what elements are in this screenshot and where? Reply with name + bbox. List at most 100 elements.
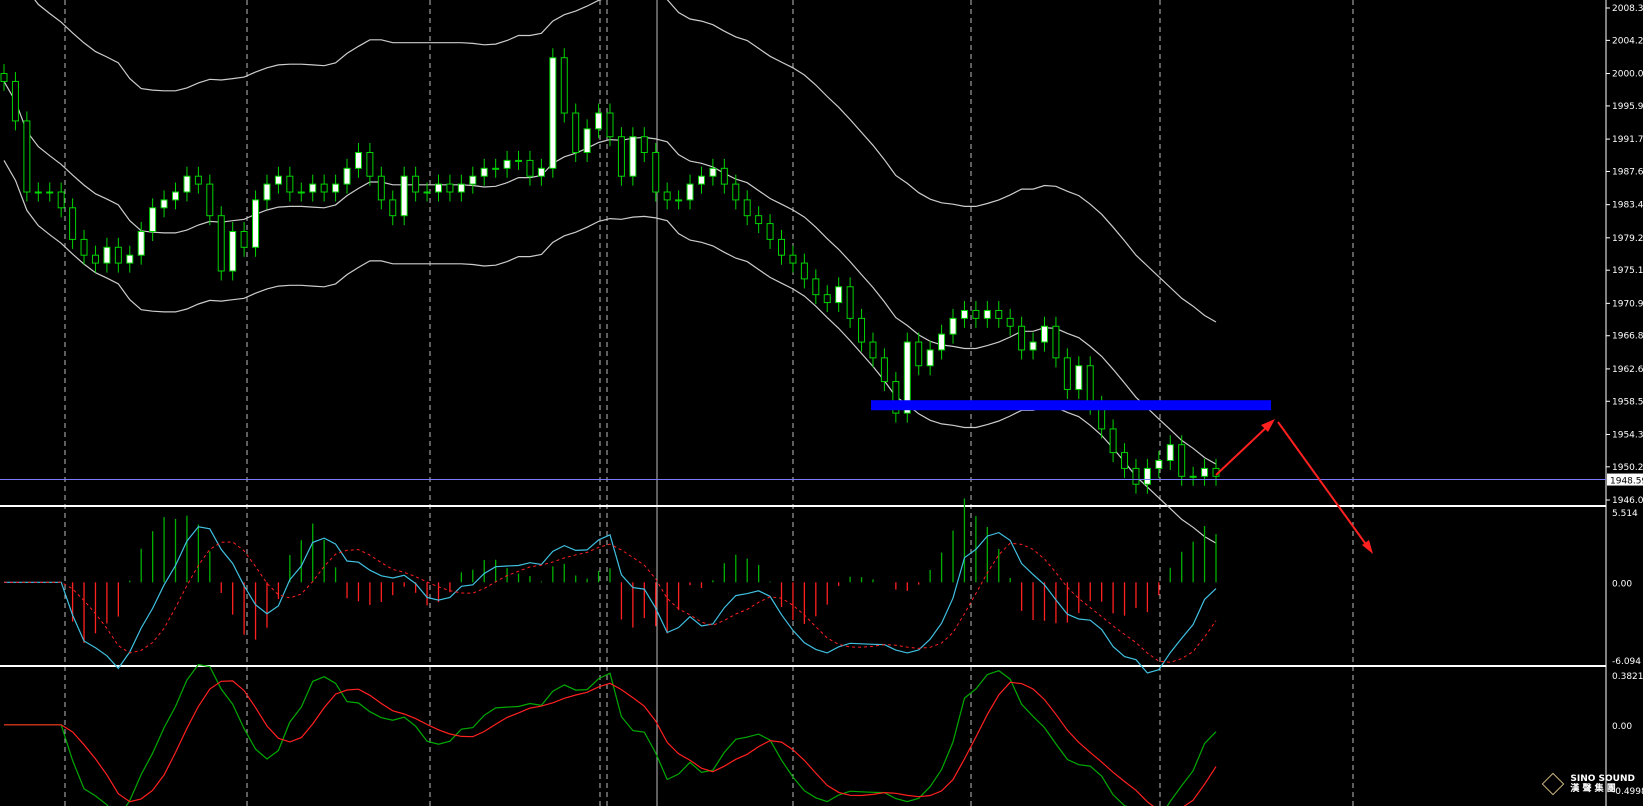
candle-body xyxy=(949,317,957,335)
candle-body xyxy=(1063,357,1071,390)
macd-tick-label: -6.094 xyxy=(1612,657,1641,667)
sino-sound-logo: SINO SOUND 漢 聲 集 團 xyxy=(1541,772,1635,796)
vertical-grid xyxy=(0,0,1607,806)
candle-body xyxy=(663,191,671,201)
price-tick-label: 1991.70 xyxy=(1612,135,1643,145)
candle-body xyxy=(263,183,271,201)
candle-body xyxy=(492,167,500,170)
candle-body xyxy=(1029,341,1037,351)
logo-diamond-icon xyxy=(1541,772,1565,796)
candle-body xyxy=(858,317,866,343)
price-axis: 2008.30 2004.20 2000.00 1995.90 1991.70 1987.… xyxy=(1606,4,1643,797)
candle-body xyxy=(137,230,145,256)
candle-body xyxy=(286,175,294,193)
arrow-down xyxy=(1277,421,1371,551)
candle-body xyxy=(183,175,191,193)
candle-body xyxy=(720,167,728,185)
candle-body xyxy=(194,175,202,185)
candle-body xyxy=(103,246,111,264)
candle-body xyxy=(675,199,683,202)
macd-tick-label: 0.00 xyxy=(1612,579,1632,589)
price-tick-label: 2008.30 xyxy=(1612,4,1643,14)
price-tick-label: 1983.40 xyxy=(1612,201,1643,211)
candle-body xyxy=(412,175,420,193)
candle-body xyxy=(1086,365,1094,406)
candle-body xyxy=(915,341,923,367)
candle-body xyxy=(560,57,568,114)
candle-body xyxy=(583,128,591,154)
price-tick-label: 1958.50 xyxy=(1612,397,1643,407)
candle-body xyxy=(1075,365,1083,390)
candle-body xyxy=(766,223,774,240)
candle-body xyxy=(320,183,328,193)
candle-body xyxy=(926,349,934,367)
price-tick-label: 1979.20 xyxy=(1612,234,1643,244)
price-tick-label: 1966.80 xyxy=(1612,332,1643,342)
candle-body xyxy=(537,167,545,177)
candle-body xyxy=(995,309,1003,319)
candle-body xyxy=(80,238,88,256)
candle-body xyxy=(983,309,991,319)
osc-tick-label: 0.00 xyxy=(1612,722,1632,732)
candles xyxy=(0,48,1220,494)
candle-body xyxy=(1166,444,1174,462)
candle-body xyxy=(686,183,694,201)
oscillator-red-line xyxy=(4,680,1217,806)
candle-body xyxy=(69,207,77,240)
oscillator-panel xyxy=(4,663,1217,806)
candle-body xyxy=(23,120,31,193)
candle-body xyxy=(1155,460,1163,469)
candle-body xyxy=(126,254,134,264)
candle-body xyxy=(869,341,877,359)
candle-body xyxy=(1018,325,1026,351)
candle-body xyxy=(846,286,854,319)
candle-body xyxy=(697,175,705,185)
candle-body xyxy=(91,254,99,264)
overlays xyxy=(0,400,1606,554)
price-tick-label: 1970.90 xyxy=(1612,299,1643,309)
candle-body xyxy=(1143,467,1151,485)
candle-body xyxy=(789,254,797,264)
macd-signal-line xyxy=(4,541,1217,663)
macd-panel xyxy=(4,498,1217,674)
candle-body xyxy=(114,246,122,264)
candle-body xyxy=(515,159,523,162)
candle-body xyxy=(549,57,557,169)
candle-body xyxy=(46,191,54,194)
candle-body xyxy=(755,215,763,225)
logo-name: SINO SOUND xyxy=(1570,774,1635,784)
candle-body xyxy=(11,80,19,122)
logo-sub: 漢 聲 集 團 xyxy=(1570,784,1616,794)
candle-body xyxy=(297,191,305,194)
candle-body xyxy=(572,112,580,154)
osc-tick-label: 0.3821 xyxy=(1612,672,1643,682)
candle-body xyxy=(880,357,888,383)
candle-body xyxy=(652,152,660,193)
candle-body xyxy=(423,191,431,194)
support-zone xyxy=(871,400,1271,411)
candle-body xyxy=(778,238,786,256)
candle-body xyxy=(343,167,351,185)
candle-body xyxy=(160,199,168,209)
candle-body xyxy=(938,333,946,351)
candle-body xyxy=(469,175,477,185)
candle-body xyxy=(57,191,65,209)
candle-body xyxy=(960,309,968,319)
price-tick-label: 1975.10 xyxy=(1612,266,1643,276)
price-tick-label: 1995.90 xyxy=(1612,102,1643,112)
candle-body xyxy=(0,73,8,82)
candle-body xyxy=(149,207,157,232)
candle-body xyxy=(732,183,740,201)
candle-body xyxy=(252,199,260,248)
candle-body xyxy=(366,152,374,177)
candle-body xyxy=(1006,317,1014,327)
candle-body xyxy=(595,112,603,130)
candle-body xyxy=(835,286,843,304)
candle-body xyxy=(229,230,237,272)
macd-tick-label: 5.514 xyxy=(1612,509,1638,519)
candle-body xyxy=(640,136,648,154)
current-price-label: 1948.59 xyxy=(1610,477,1643,487)
candle-body xyxy=(1189,475,1197,478)
price-tick-label: 2000.00 xyxy=(1612,70,1643,80)
candle-body xyxy=(34,191,42,194)
